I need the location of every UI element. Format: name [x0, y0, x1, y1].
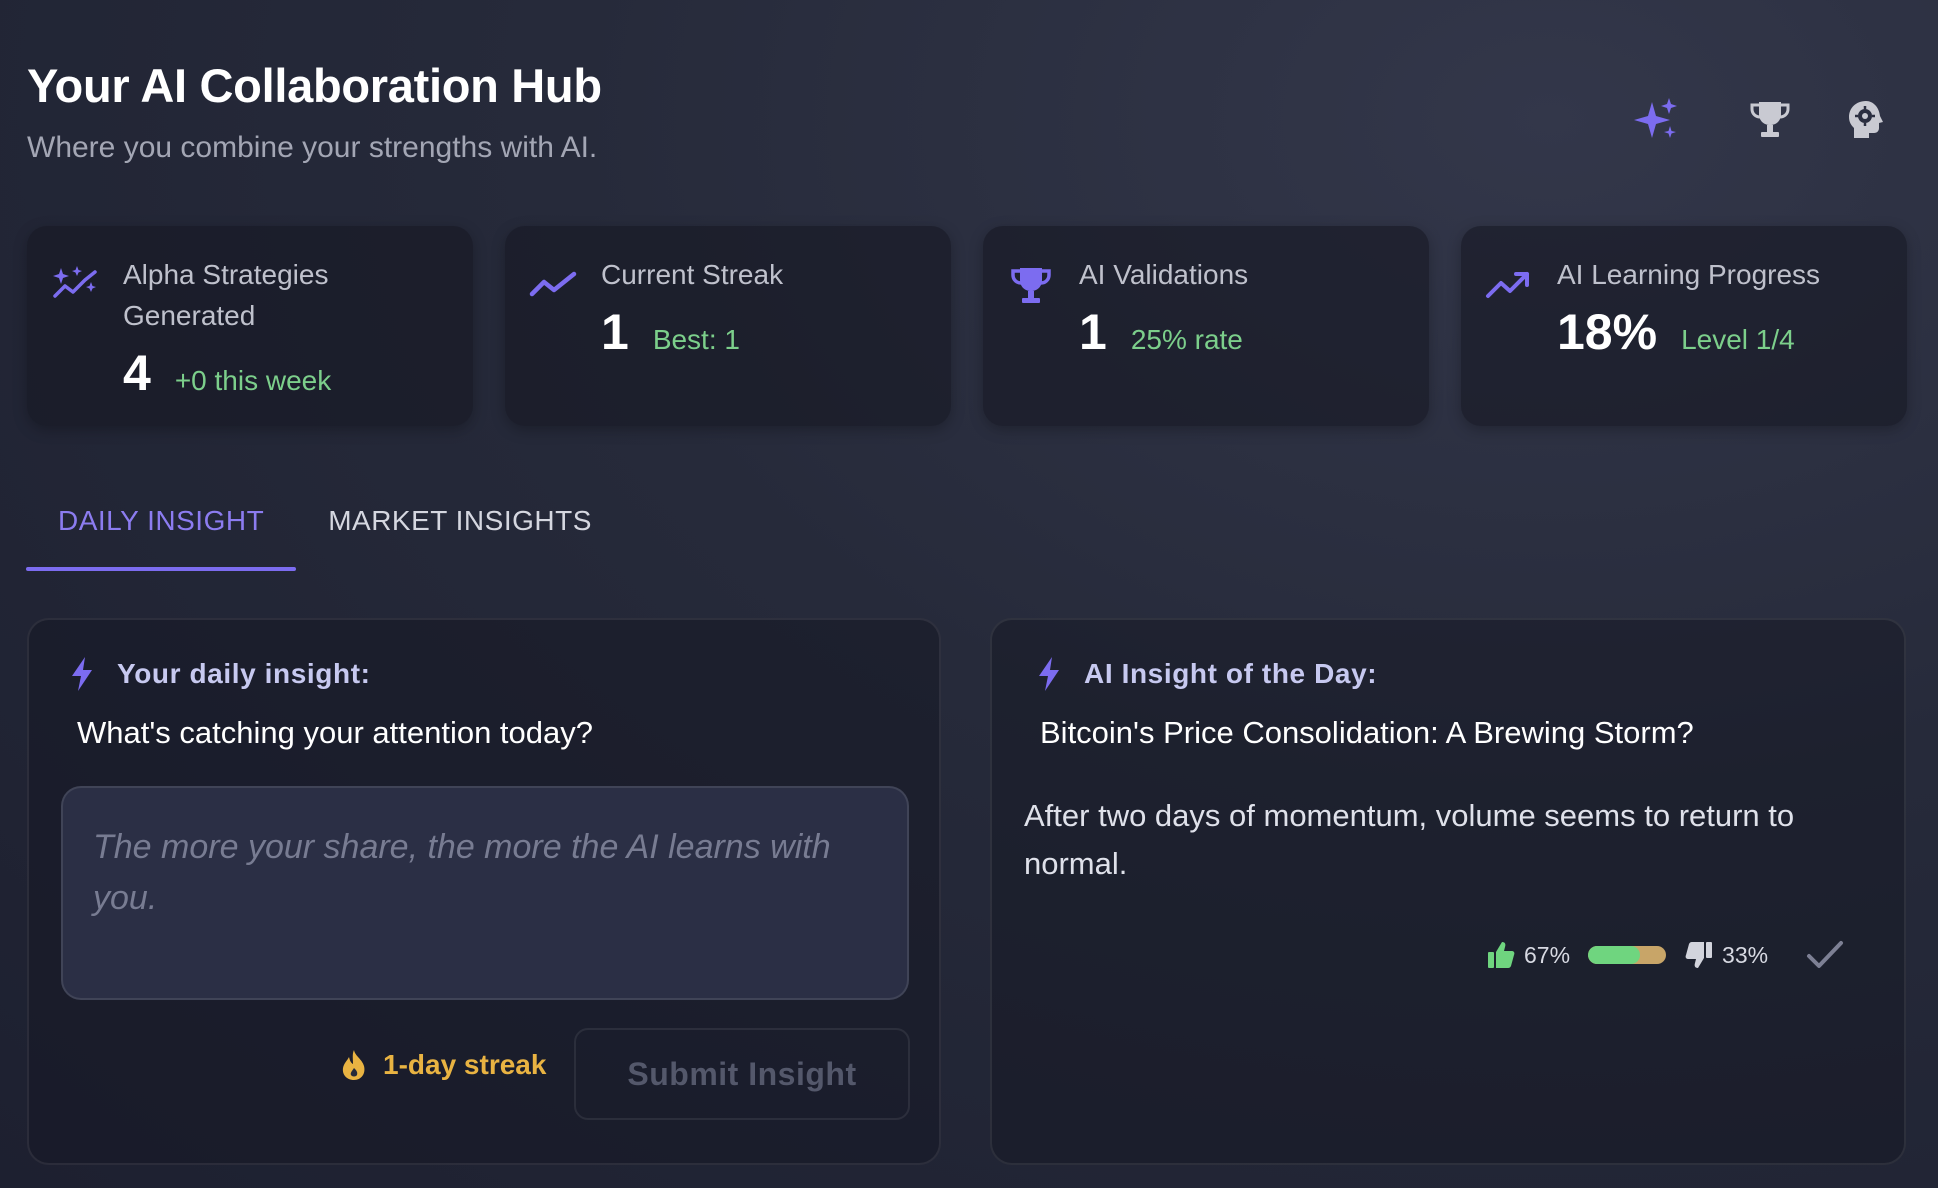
streak-indicator: 1-day streak	[339, 1048, 546, 1082]
stat-sub: Best: 1	[652, 324, 740, 355]
stat-label: Current Streak	[601, 259, 784, 290]
ai-insight-title: Bitcoin's Price Consolidation: A Brewing…	[1040, 715, 1694, 750]
stat-sub: Level 1/4	[1681, 324, 1795, 355]
trending-up-icon	[1486, 272, 1529, 298]
sparkles-line-icon	[53, 266, 97, 298]
page-title: Your AI Collaboration Hub	[27, 59, 602, 112]
stat-value: 18%	[1557, 304, 1658, 360]
trophy-icon	[1011, 268, 1051, 303]
insight-input[interactable]	[61, 786, 909, 1000]
stat-value: 1	[601, 304, 629, 360]
thumbs-up-icon	[1488, 942, 1515, 968]
lightning-icon	[72, 657, 92, 691]
upvote-percent: 67%	[1524, 941, 1571, 968]
stat-card-ai-learning-progress: AI Learning Progress 18% Level 1/4	[1461, 226, 1907, 426]
thumbs-down-icon	[1685, 942, 1713, 968]
downvote-percent: 33%	[1722, 941, 1769, 968]
vote-ratio-bar	[1588, 946, 1667, 964]
streak-label: 1-day streak	[383, 1049, 547, 1080]
thumbs-up-button[interactable]: 67%	[1486, 940, 1570, 970]
brain-gear-icon[interactable]	[1840, 94, 1892, 146]
tab-daily-insight[interactable]: DAILY INSIGHT	[26, 480, 297, 571]
daily-question: What's catching your attention today?	[77, 715, 593, 750]
stat-label: AI Validations	[1079, 259, 1249, 290]
stats-row: Alpha Strategies Generated 4 +0 this wee…	[27, 226, 1907, 426]
tab-bar: DAILY INSIGHT MARKET INSIGHTS	[26, 480, 624, 571]
page-subtitle: Where you combine your strengths with AI…	[27, 131, 598, 164]
sparkles-icon[interactable]	[1630, 94, 1682, 146]
stat-card-alpha-strategies: Alpha Strategies Generated 4 +0 this wee…	[27, 226, 473, 426]
daily-insight-heading: Your daily insight:	[117, 658, 371, 689]
vote-bar-row: 67% 33%	[1486, 940, 1844, 970]
check-icon[interactable]	[1806, 940, 1844, 970]
trophy-icon[interactable]	[1744, 94, 1796, 146]
tab-market-insights[interactable]: MARKET INSIGHTS	[296, 480, 624, 567]
thumbs-down-button[interactable]: 33%	[1684, 940, 1768, 970]
page-header: Your AI Collaboration Hub Where you comb…	[27, 58, 602, 165]
lightning-icon	[1039, 657, 1059, 691]
trend-line-icon	[529, 271, 577, 297]
stat-value: 4	[123, 345, 151, 401]
stat-sub: +0 this week	[174, 365, 332, 396]
vote-ratio-fill	[1588, 946, 1641, 964]
daily-insight-panel: Your daily insight: What's catching your…	[27, 618, 941, 1165]
stat-card-current-streak: Current Streak 1 Best: 1	[505, 226, 951, 426]
stat-card-ai-validations: AI Validations 1 25% rate	[983, 226, 1429, 426]
flame-icon	[342, 1050, 365, 1080]
stat-value: 1	[1079, 304, 1107, 360]
ai-insight-heading: AI Insight of the Day:	[1084, 658, 1378, 689]
ai-insight-panel: AI Insight of the Day: Bitcoin's Price C…	[990, 618, 1906, 1165]
submit-insight-button[interactable]: Submit Insight	[574, 1028, 910, 1120]
ai-insight-body: After two days of momentum, volume seems…	[1024, 798, 1795, 881]
stat-label: AI Learning Progress	[1557, 259, 1821, 290]
stat-label: Alpha Strategies Generated	[123, 259, 329, 331]
stat-sub: 25% rate	[1130, 324, 1243, 355]
